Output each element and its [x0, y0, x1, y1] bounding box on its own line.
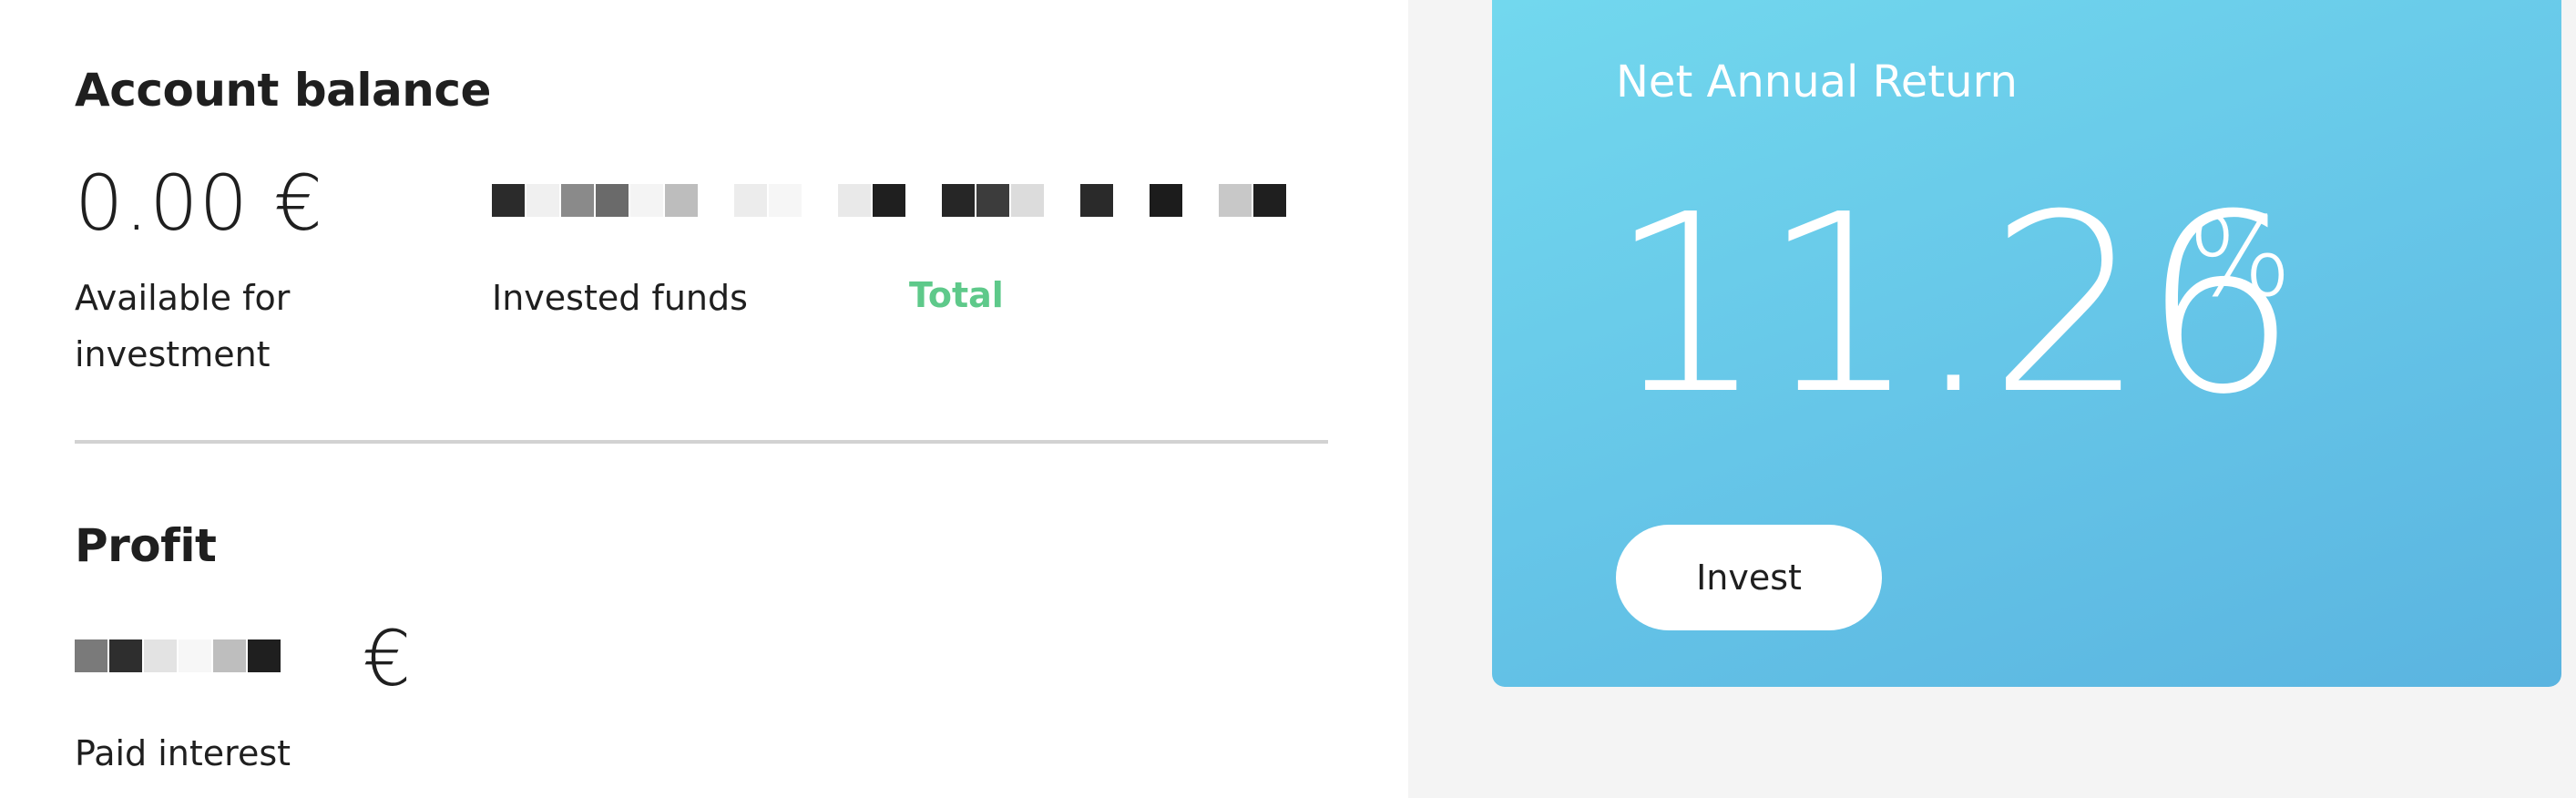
net-annual-return-card: Net Annual Return 11.26 % Invest [1492, 0, 2561, 687]
invested-funds-label: Invested funds [492, 278, 748, 318]
profit-euro-sign: € [363, 614, 413, 703]
total-link[interactable]: Total [909, 275, 1004, 315]
available-amount: 0.00 € [75, 159, 324, 248]
percent-unit: % [2188, 195, 2293, 322]
paid-interest-label: Paid interest [75, 733, 291, 773]
available-label-line1: Available for [75, 278, 291, 318]
account-balance-heading: Account balance [75, 64, 491, 117]
profit-amount-redacted [75, 639, 282, 672]
invest-button[interactable]: Invest [1616, 525, 1882, 630]
profit-heading: Profit [75, 519, 217, 572]
available-label-line2: investment [75, 334, 271, 374]
invested-amount-redacted [492, 184, 1288, 217]
net-annual-return-title: Net Annual Return [1616, 56, 2018, 107]
dashboard-summary-panel: Account balance 0.00 € Available for inv… [0, 0, 1408, 798]
section-divider [75, 440, 1328, 444]
